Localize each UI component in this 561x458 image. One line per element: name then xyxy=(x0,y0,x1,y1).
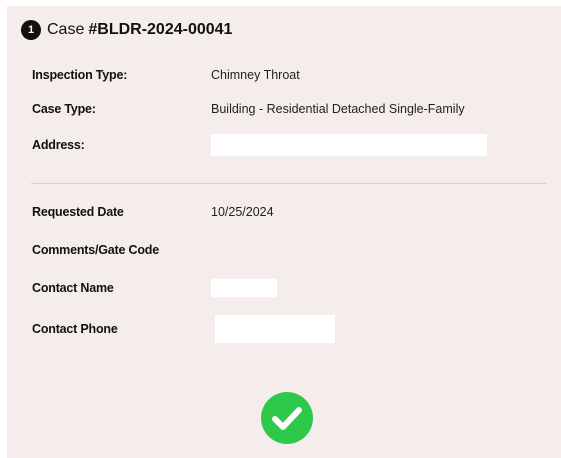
comments-label: Comments/Gate Code xyxy=(32,243,159,257)
contact-phone-value-redacted xyxy=(215,315,335,343)
inspection-type-row: Inspection Type: Chimney Throat xyxy=(32,68,552,82)
address-value-redacted xyxy=(211,134,487,156)
address-label: Address: xyxy=(32,138,85,152)
requested-date-row: Requested Date 10/25/2024 xyxy=(32,205,552,219)
case-type-value: Building - Residential Detached Single-F… xyxy=(211,102,465,116)
inspection-type-label: Inspection Type: xyxy=(32,68,128,82)
case-type-label: Case Type: xyxy=(32,102,96,116)
contact-name-row: Contact Name xyxy=(32,279,552,297)
section-divider xyxy=(31,183,546,184)
inspection-type-value: Chimney Throat xyxy=(211,68,300,82)
requested-date-label: Requested Date xyxy=(32,205,124,219)
step-number-badge: 1 xyxy=(21,20,41,40)
case-type-row: Case Type: Building - Residential Detach… xyxy=(32,102,552,116)
case-header: 1 Case #BLDR-2024-00041 xyxy=(21,19,232,41)
requested-date-value: 10/25/2024 xyxy=(211,205,274,219)
address-row: Address: xyxy=(32,134,552,156)
inspection-card: 1 Case #BLDR-2024-00041 Inspection Type:… xyxy=(7,6,561,458)
comments-row: Comments/Gate Code xyxy=(32,243,552,257)
case-number: #BLDR-2024-00041 xyxy=(88,21,233,38)
contact-phone-row: Contact Phone xyxy=(32,315,552,343)
contact-name-value-redacted xyxy=(211,279,277,297)
contact-phone-label: Contact Phone xyxy=(32,322,118,336)
check-circle-icon xyxy=(261,392,313,444)
case-label: Case xyxy=(47,21,85,38)
contact-name-label: Contact Name xyxy=(32,281,114,295)
